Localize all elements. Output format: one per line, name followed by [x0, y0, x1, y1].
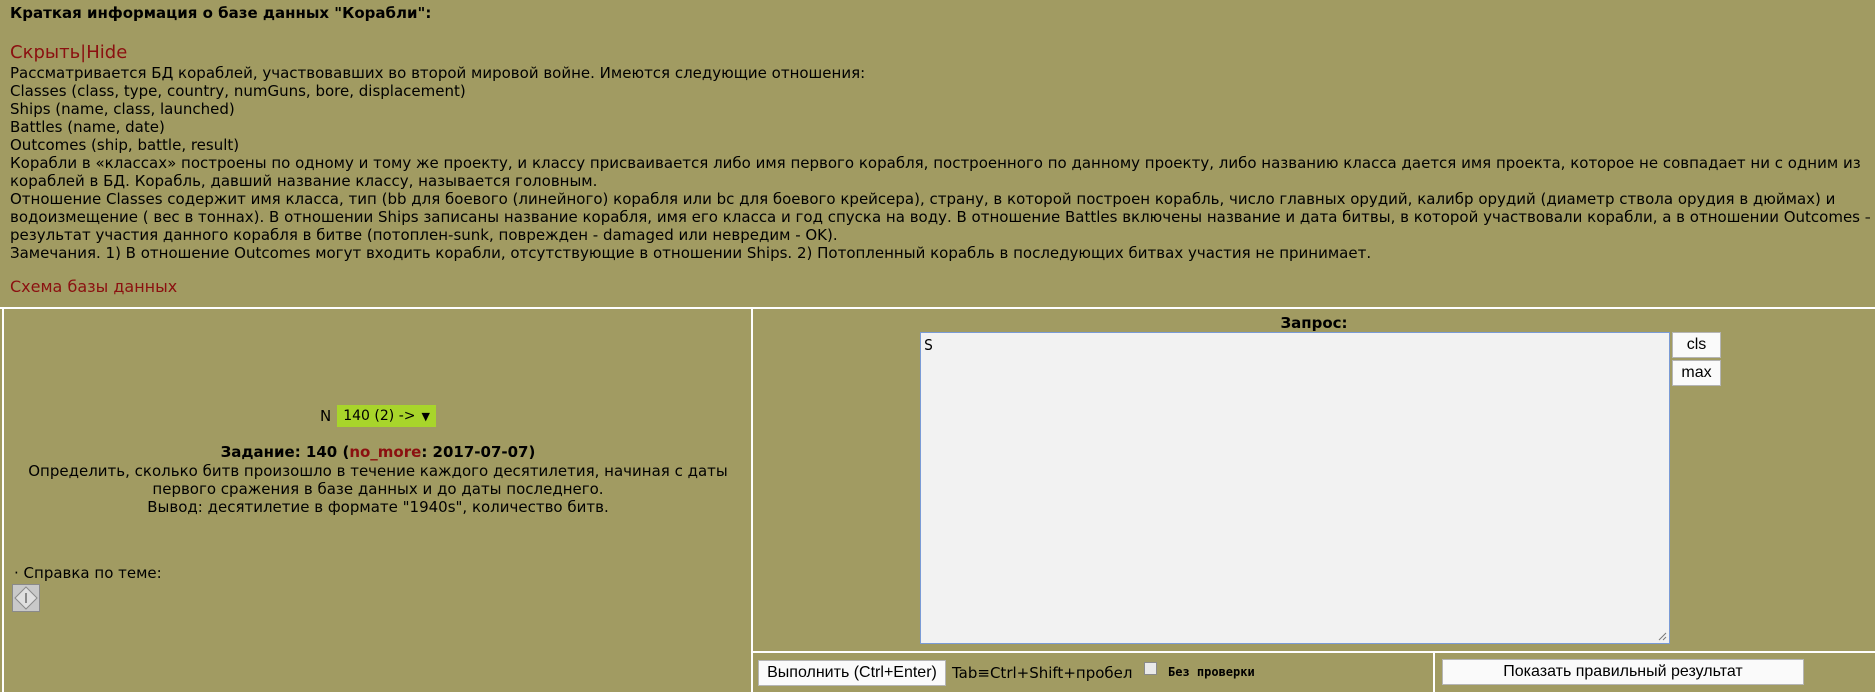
info-line: водоизмещение ( вес в тоннах). В отношен…	[10, 208, 1870, 226]
info-line: Battles (name, date)	[10, 118, 165, 136]
query-label: Запрос:	[1280, 314, 1348, 332]
db-info-heading: Краткая информация о базе данных "Корабл…	[10, 4, 432, 22]
query-actions: Выполнить (Ctrl+Enter) Tab≡Ctrl+Shift+пр…	[752, 652, 1875, 692]
info-line: Рассматривается БД кораблей, участвовавш…	[10, 64, 866, 82]
task-desc-line: Определить, сколько битв произошло в теч…	[28, 462, 728, 480]
info-line: Отношение Classes содержит имя класса, т…	[10, 190, 1836, 208]
task-desc-line: первого сражения в базе данных и до даты…	[152, 480, 604, 498]
run-button[interactable]: Выполнить (Ctrl+Enter)	[758, 660, 946, 686]
info-line: Outcomes (ship, battle, result)	[10, 136, 240, 154]
info-line: Замечания. 1) В отношение Outcomes могут…	[10, 244, 1372, 262]
task-select-value: 140 (2) ->	[343, 408, 416, 424]
task-selector: N 140 (2) -> ▼	[320, 405, 436, 427]
tab-hint: Tab≡Ctrl+Shift+пробел	[952, 664, 1133, 682]
max-button[interactable]: max	[1672, 360, 1721, 386]
query-pane: Запрос: S cls max Выполнить (Ctrl+Enter)…	[752, 309, 1875, 692]
no-check-checkbox[interactable]	[1144, 662, 1157, 675]
cls-button[interactable]: cls	[1672, 332, 1721, 358]
no-check-label: Без проверки	[1168, 665, 1255, 679]
query-text: S	[924, 336, 934, 354]
query-textarea[interactable]: S	[920, 332, 1670, 644]
task-desc-line: Вывод: десятилетие в формате "1940s", ко…	[147, 498, 609, 516]
info-line: результат участия данного корабля в битв…	[10, 226, 838, 244]
task-title-suffix: : 2017-07-07)	[421, 443, 536, 461]
task-number-label: N	[320, 407, 332, 425]
task-description: Определить, сколько битв произошло в теч…	[4, 462, 752, 516]
dropdown-arrow-icon: ▼	[421, 409, 430, 423]
info-line: Ships (name, class, launched)	[10, 100, 235, 118]
task-title: Задание: 140 (no_more: 2017-07-07)	[4, 443, 752, 461]
task-author-link[interactable]: no_more	[349, 443, 421, 461]
db-info: Краткая информация о базе данных "Корабл…	[10, 4, 1870, 296]
schema-link[interactable]: Схема базы данных	[10, 278, 1870, 296]
info-line: Корабли в «классах» построены по одному …	[10, 154, 1861, 172]
hide-link[interactable]: Скрыть|Hide	[10, 42, 1870, 64]
task-select[interactable]: 140 (2) -> ▼	[337, 405, 436, 427]
help-icon[interactable]	[12, 584, 40, 612]
help-label: · Справка по теме:	[14, 564, 162, 582]
info-line: Classes (class, type, country, numGuns, …	[10, 82, 466, 100]
resize-grip-icon[interactable]	[1658, 632, 1667, 641]
task-pane: N 140 (2) -> ▼ Задание: 140 (no_more: 20…	[4, 309, 752, 692]
show-correct-result-button[interactable]: Показать правильный результат	[1442, 659, 1804, 685]
task-title-prefix: Задание: 140 (	[220, 443, 350, 461]
info-line: кораблей в БД. Корабль, давший название …	[10, 172, 598, 190]
